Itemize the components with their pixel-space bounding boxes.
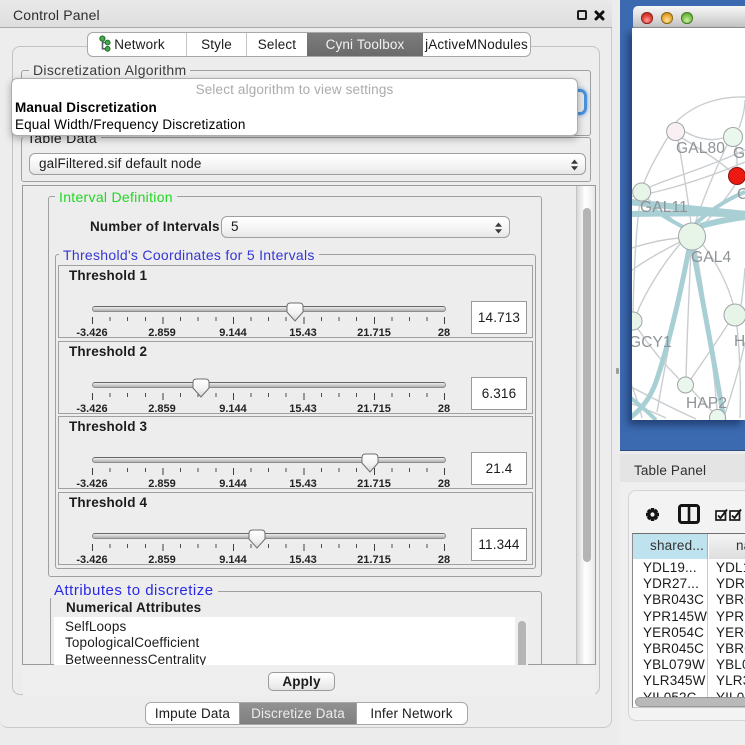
svg-text:HA: HA <box>734 333 745 350</box>
svg-text:GAL4: GAL4 <box>691 249 731 266</box>
svg-text:C: C <box>737 186 745 203</box>
svg-text:GAL80: GAL80 <box>676 140 725 157</box>
svg-text:GA: GA <box>733 145 745 162</box>
svg-text:GAL11: GAL11 <box>640 199 688 216</box>
svg-text:HAP2: HAP2 <box>686 395 727 412</box>
svg-text:GCY1: GCY1 <box>632 334 672 351</box>
